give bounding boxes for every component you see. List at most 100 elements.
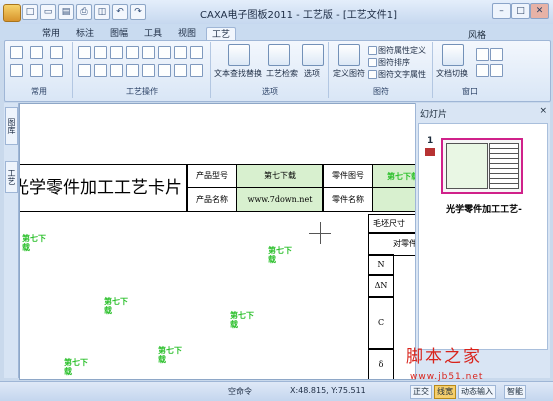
define-symbol-button[interactable]: 定义图符 (333, 68, 365, 79)
edit-icon[interactable] (174, 46, 187, 59)
watermark-5: 第七下载 (158, 346, 182, 364)
command-status: 空命令 (228, 387, 252, 396)
watermark-2: 第七下载 (268, 246, 292, 264)
title-bar: □ ▭ ▤ ⎙ ◫ ↶ ↷ CAXA电子图板2011 - 工艺版 - [工艺文件… (0, 0, 553, 25)
slides-panel: 幻灯片 × 1 光学零件加工工艺- (415, 103, 550, 378)
card-icon[interactable] (78, 64, 91, 77)
grid-icon[interactable] (142, 64, 155, 77)
minimize-button[interactable]: – (492, 3, 511, 19)
lineweight-toggle[interactable]: 线宽 (434, 385, 456, 399)
slides-close-icon[interactable]: × (539, 106, 547, 116)
slide-marker-icon (425, 148, 435, 156)
print-icon[interactable]: ⎙ (76, 4, 92, 20)
paste-icon[interactable] (50, 46, 63, 59)
app-logo-icon[interactable] (3, 4, 21, 22)
tab-tools[interactable]: 工具 (140, 27, 166, 41)
image-icon[interactable] (126, 64, 139, 77)
undo-icon[interactable]: ↶ (112, 4, 128, 20)
row-delta-n: ΔN (368, 274, 394, 298)
dynamic-input-toggle[interactable]: 动态输入 (458, 385, 496, 399)
symbol-sort-button[interactable]: 图符排序 (378, 57, 410, 68)
arrow-left-icon[interactable] (78, 46, 91, 59)
thumb-table (489, 143, 519, 189)
watermark-3: 第七下载 (104, 297, 128, 315)
maximize-button[interactable]: □ (511, 3, 530, 19)
tab-sheet[interactable]: 图幅 (106, 27, 132, 41)
crosshair-v (320, 222, 321, 244)
slides-panel-title: 幻灯片 (420, 110, 448, 120)
redo-icon[interactable]: ↷ (130, 4, 146, 20)
group-window-label: 窗口 (462, 87, 478, 96)
label-product-name: 产品名称 (186, 187, 238, 212)
tile-horizontal-icon[interactable] (476, 64, 489, 77)
doc-switch-icon[interactable] (442, 44, 464, 66)
play-icon[interactable] (158, 64, 171, 77)
group-options-label: 选项 (262, 87, 278, 96)
format-icon[interactable] (50, 64, 63, 77)
row-n: N (368, 254, 394, 276)
label-part-number: 零件图号 (322, 164, 374, 188)
value-product-name[interactable]: www.7down.net (236, 187, 324, 212)
record-icon[interactable] (110, 46, 123, 59)
value-part-number[interactable]: 第七下载 (372, 164, 415, 188)
layer-icon[interactable] (30, 64, 43, 77)
sheet-icon[interactable] (174, 64, 187, 77)
craft-search-button[interactable]: 工艺检索 (266, 68, 298, 79)
new-file-icon[interactable]: □ (22, 4, 38, 20)
group-symbol-label: 图符 (373, 87, 389, 96)
coordinate-readout: X:48.815, Y:75.511 (290, 386, 366, 395)
rect-icon[interactable] (10, 46, 23, 59)
tab-common[interactable]: 常用 (38, 27, 64, 41)
status-bar: 空命令 X:48.815, Y:75.511 正交 线宽 动态输入 智能 (0, 381, 553, 401)
find-replace-button[interactable]: 文本查找替换 (214, 68, 262, 79)
pen-icon[interactable] (190, 64, 203, 77)
value-product-model[interactable]: 第七下载 (236, 164, 324, 188)
find-icon[interactable] (158, 46, 171, 59)
slide-number: 1 (427, 136, 434, 146)
value-part-name[interactable] (372, 187, 415, 212)
label-part-name: 零件名称 (322, 187, 374, 212)
sidebar-tab-library[interactable]: 图库 (5, 107, 18, 145)
symbol-text-icon (368, 70, 377, 79)
sidebar-tab-craft[interactable]: 工艺 (5, 161, 18, 193)
search-icon[interactable] (268, 44, 290, 66)
circle-icon[interactable] (10, 64, 23, 77)
blank-size-header: 毛坯尺寸 (368, 214, 415, 234)
watermark-1: 第七下载 (22, 234, 46, 252)
copy-icon[interactable] (30, 46, 43, 59)
save-icon[interactable]: ▤ (58, 4, 74, 20)
tab-view[interactable]: 视图 (174, 27, 200, 41)
cascade-icon[interactable] (476, 48, 489, 61)
symbol-sort-icon (368, 58, 377, 67)
symbol-attr-button[interactable]: 图符属性定义 (378, 45, 426, 56)
table-icon[interactable] (142, 46, 155, 59)
slide-thumbnail[interactable] (441, 138, 523, 194)
arrow-right-icon[interactable] (94, 46, 107, 59)
cell-icon[interactable] (126, 46, 139, 59)
left-sidebar: 图库 工艺 (4, 103, 19, 378)
group-options: 文本查找替换 工艺检索 选项 选项 (212, 42, 329, 98)
watermark-4: 第七下载 (230, 311, 254, 329)
find-replace-icon[interactable] (228, 44, 250, 66)
watermark-6: 第七下载 (64, 358, 88, 376)
group-craft-ops-label: 工艺操作 (126, 87, 158, 96)
link-icon[interactable] (110, 64, 123, 77)
thumb-left-block (446, 143, 488, 189)
symbol-text-button[interactable]: 图符文字属性 (378, 69, 426, 80)
drawing-canvas[interactable]: 光学零件加工工艺卡片 产品型号 第七下载 零件图号 第七下载 产品名称 www.… (19, 103, 416, 380)
open-file-icon[interactable]: ▭ (40, 4, 56, 20)
preview-icon[interactable]: ◫ (94, 4, 110, 20)
close-button[interactable]: ✕ (530, 3, 549, 19)
filter-icon[interactable] (94, 64, 107, 77)
define-symbol-icon[interactable] (338, 44, 360, 66)
doc-switch-button[interactable]: 文档切换 (436, 68, 468, 79)
tile-icon[interactable] (490, 48, 503, 61)
ortho-toggle[interactable]: 正交 (410, 385, 432, 399)
tile-vertical-icon[interactable] (490, 64, 503, 77)
export-icon[interactable] (190, 46, 203, 59)
tab-annotate[interactable]: 标注 (72, 27, 98, 41)
gear-icon[interactable] (302, 44, 324, 66)
smart-toggle[interactable]: 智能 (504, 385, 526, 399)
slide-caption: 光学零件加工工艺- (446, 205, 522, 215)
options-button[interactable]: 选项 (304, 68, 320, 79)
